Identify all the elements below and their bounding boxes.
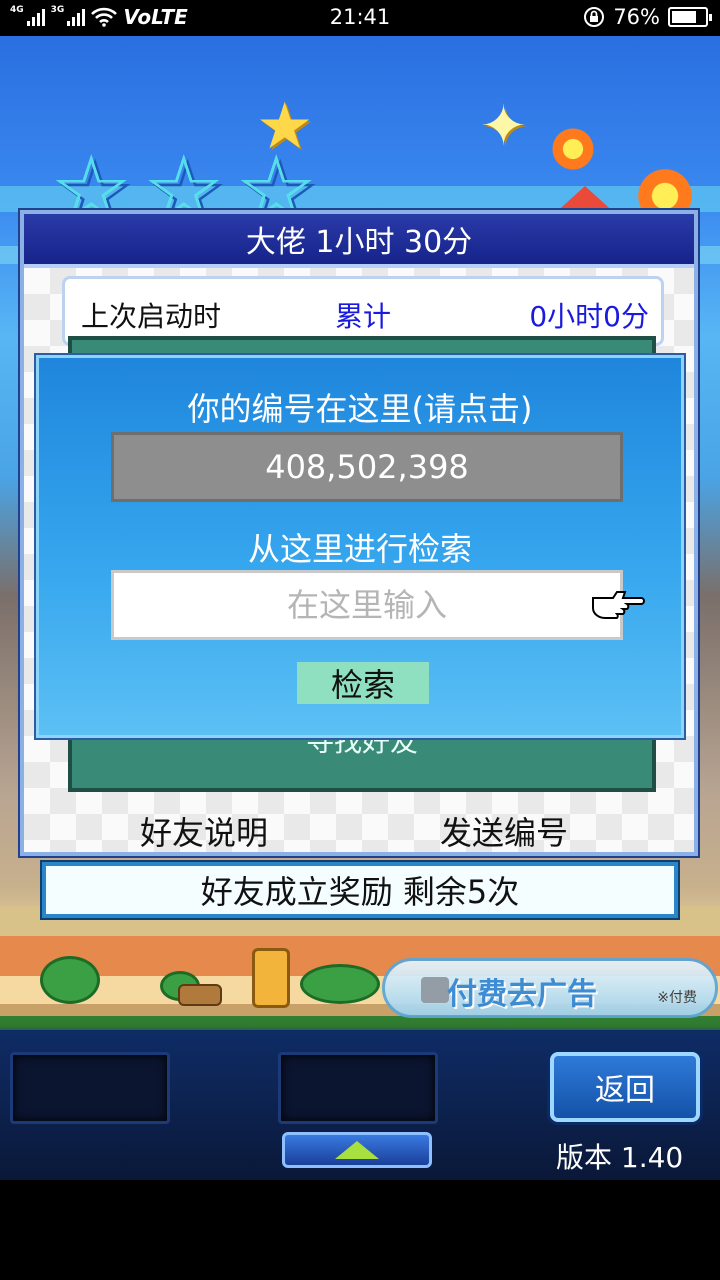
search-button[interactable]: 检索 [297,662,429,704]
pointing-hand-icon [592,591,645,619]
version-label: 版本 1.40 [556,1141,684,1174]
flower-icon [550,126,596,172]
back-button[interactable]: 返回 [550,1052,700,1122]
search-label: 从这里进行检索 [247,530,472,568]
empty-slot-center[interactable] [278,1052,438,1124]
sparkle-icon: ✦ [480,94,527,159]
search-input[interactable] [111,570,623,640]
search-popup: 你的编号在这里(请点击) 408,502,398 从这里进行检索 检索 [36,355,684,738]
total-value: 0小时0分 [529,300,649,333]
popup-title: 你的编号在这里(请点击) [187,390,533,428]
friend-reward-bar: 好友成立奖励 剩余5次 [42,862,678,918]
battery-icon [668,7,712,27]
user-id-display[interactable]: 408,502,398 [111,432,623,502]
bush [40,956,100,1004]
battery-percent: 76% [613,5,660,29]
dialog-title: 大佬 1小时 30分 [24,214,694,268]
friend-info-button[interactable]: 好友说明 [140,808,268,854]
cat-icon [421,977,449,1003]
status-right: 76% [583,5,712,29]
bottom-controls: 返回 版本 1.40 [0,1030,720,1180]
lock-rotate-icon [584,7,605,27]
dog-character [178,984,222,1006]
star-icon: ★ [256,90,314,164]
scroll-up-button[interactable] [282,1132,432,1168]
empty-slot-left[interactable] [10,1052,170,1124]
remove-ads-text: 付费去广告 [447,977,597,1012]
remove-ads-banner[interactable]: 付费去广告 ※付费 [382,958,718,1018]
status-bar: 4G 3G VoLTE 21:41 76% [0,0,720,36]
last-launch-label: 上次启动时 [81,300,222,333]
total-label: 累计 [335,300,392,333]
send-id-button[interactable]: 发送编号 [440,808,568,854]
bush [300,964,380,1004]
bear-character [252,948,290,1008]
remove-ads-note: ※付费 [657,990,697,1006]
up-arrow-icon [335,1141,379,1159]
